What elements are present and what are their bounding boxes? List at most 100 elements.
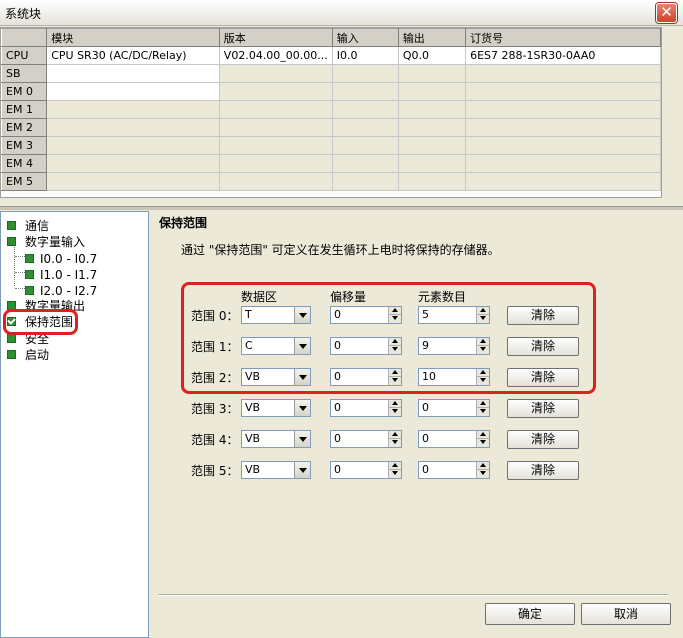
cell-input[interactable] xyxy=(331,100,399,119)
offset-spinner[interactable]: 0 xyxy=(330,461,402,479)
cell-input[interactable] xyxy=(331,136,399,155)
cell-version[interactable] xyxy=(218,154,333,173)
area-select[interactable]: VB xyxy=(241,368,311,386)
cell-output[interactable] xyxy=(397,136,467,155)
count-spinner[interactable]: 9 xyxy=(418,337,490,355)
spin-up-icon[interactable] xyxy=(476,338,489,346)
chevron-down-icon[interactable] xyxy=(294,431,310,447)
clear-button[interactable]: 清除 xyxy=(507,306,579,325)
clear-button[interactable]: 清除 xyxy=(507,337,579,356)
tree-item[interactable]: I0.0 - I0.7 xyxy=(25,251,97,267)
cell-version[interactable] xyxy=(218,82,333,101)
splitter[interactable] xyxy=(0,206,683,210)
cell-input[interactable] xyxy=(331,172,399,191)
spin-down-icon[interactable] xyxy=(476,377,489,385)
tree-item[interactable]: I1.0 - I1.7 xyxy=(25,267,97,283)
clear-button[interactable]: 清除 xyxy=(507,461,579,480)
area-select[interactable]: C xyxy=(241,337,311,355)
table-row[interactable]: SB xyxy=(1,64,661,83)
spin-down-icon[interactable] xyxy=(388,377,401,385)
table-row[interactable]: CPU CPU SR30 (AC/DC/Relay) V02.04.00_00.00… xyxy=(1,46,661,65)
table-row[interactable]: EM 3 xyxy=(1,136,661,155)
count-spinner[interactable]: 5 xyxy=(418,306,490,324)
cell-version[interactable] xyxy=(218,172,333,191)
chevron-down-icon[interactable] xyxy=(294,307,310,323)
cell-input[interactable] xyxy=(331,82,399,101)
spin-down-icon[interactable] xyxy=(476,408,489,416)
cell-order-number[interactable] xyxy=(465,82,661,101)
cell-version[interactable] xyxy=(218,136,333,155)
tree-item[interactable]: I2.0 - I2.7 xyxy=(25,283,97,299)
spin-up-icon[interactable] xyxy=(388,462,401,470)
table-row[interactable]: EM 2 xyxy=(1,118,661,137)
cell-module[interactable] xyxy=(46,136,220,155)
offset-spinner[interactable]: 0 xyxy=(330,430,402,448)
close-button[interactable]: ✕ xyxy=(656,3,677,23)
cell-output[interactable]: Q0.0 xyxy=(397,46,467,65)
chevron-down-icon[interactable] xyxy=(294,338,310,354)
spin-up-icon[interactable] xyxy=(388,369,401,377)
count-spinner[interactable]: 0 xyxy=(418,461,490,479)
spin-down-icon[interactable] xyxy=(388,346,401,354)
offset-spinner[interactable]: 0 xyxy=(330,306,402,324)
table-row[interactable]: EM 0 xyxy=(1,82,661,101)
cell-module[interactable] xyxy=(46,64,220,83)
cell-input[interactable]: I0.0 xyxy=(331,46,399,65)
cell-output[interactable] xyxy=(397,82,467,101)
spin-down-icon[interactable] xyxy=(388,408,401,416)
offset-spinner[interactable]: 0 xyxy=(330,368,402,386)
cell-output[interactable] xyxy=(397,100,467,119)
spin-up-icon[interactable] xyxy=(476,400,489,408)
tree-item[interactable]: 数字量输出 xyxy=(7,298,85,314)
spin-down-icon[interactable] xyxy=(476,315,489,323)
table-row[interactable]: EM 1 xyxy=(1,100,661,119)
cell-module[interactable] xyxy=(46,172,220,191)
cell-output[interactable] xyxy=(397,172,467,191)
cell-output[interactable] xyxy=(397,154,467,173)
chevron-down-icon[interactable] xyxy=(294,462,310,478)
spin-up-icon[interactable] xyxy=(388,338,401,346)
tree-item[interactable]: 安全 xyxy=(7,331,49,347)
cell-order-number[interactable] xyxy=(465,154,661,173)
area-select[interactable]: VB xyxy=(241,461,311,479)
spin-up-icon[interactable] xyxy=(388,431,401,439)
spin-up-icon[interactable] xyxy=(476,462,489,470)
spin-up-icon[interactable] xyxy=(476,307,489,315)
cell-input[interactable] xyxy=(331,118,399,137)
cell-output[interactable] xyxy=(397,118,467,137)
chevron-down-icon[interactable] xyxy=(294,400,310,416)
tree-item[interactable]: 保持范围 xyxy=(7,314,73,330)
cell-version[interactable] xyxy=(218,118,333,137)
spin-down-icon[interactable] xyxy=(388,470,401,478)
cell-module[interactable] xyxy=(46,82,220,101)
tree-item[interactable]: 通信 xyxy=(7,218,49,234)
cell-order-number[interactable] xyxy=(465,136,661,155)
table-row[interactable]: EM 4 xyxy=(1,154,661,173)
clear-button[interactable]: 清除 xyxy=(507,399,579,418)
cell-order-number[interactable] xyxy=(465,172,661,191)
count-spinner[interactable]: 0 xyxy=(418,399,490,417)
spin-down-icon[interactable] xyxy=(476,439,489,447)
cell-module[interactable] xyxy=(46,118,220,137)
area-select[interactable]: VB xyxy=(241,399,311,417)
tree-item[interactable]: 启动 xyxy=(7,347,49,363)
ok-button[interactable]: 确定 xyxy=(485,603,575,625)
count-spinner[interactable]: 0 xyxy=(418,430,490,448)
cell-input[interactable] xyxy=(331,64,399,83)
cell-version[interactable]: V02.04.00_00.00... xyxy=(218,46,333,65)
count-spinner[interactable]: 10 xyxy=(418,368,490,386)
chevron-down-icon[interactable] xyxy=(294,369,310,385)
spin-down-icon[interactable] xyxy=(476,346,489,354)
area-select[interactable]: VB xyxy=(241,430,311,448)
offset-spinner[interactable]: 0 xyxy=(330,399,402,417)
offset-spinner[interactable]: 0 xyxy=(330,337,402,355)
cell-output[interactable] xyxy=(397,64,467,83)
cell-order-number[interactable]: 6ES7 288-1SR30-0AA0 xyxy=(465,46,661,65)
tree-item[interactable]: 数字量输入 xyxy=(7,234,85,250)
cell-module[interactable] xyxy=(46,100,220,119)
cell-version[interactable] xyxy=(218,64,333,83)
spin-up-icon[interactable] xyxy=(388,307,401,315)
cell-order-number[interactable] xyxy=(465,100,661,119)
area-select[interactable]: T xyxy=(241,306,311,324)
cell-version[interactable] xyxy=(218,100,333,119)
